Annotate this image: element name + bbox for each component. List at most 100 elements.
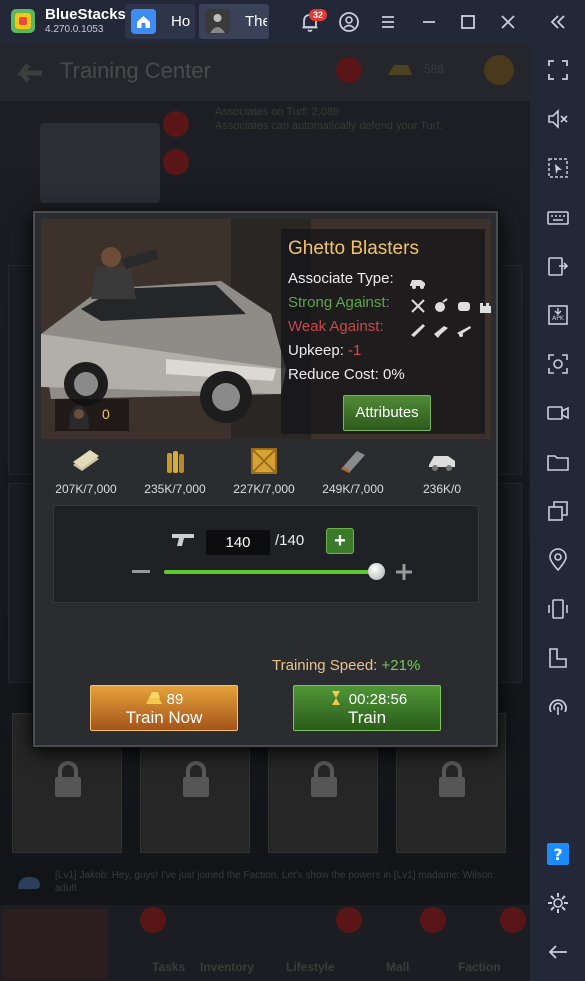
keyboard-icon[interactable] bbox=[545, 204, 571, 230]
lock-icon bbox=[183, 761, 209, 797]
quantity-input[interactable]: 140 bbox=[206, 530, 270, 555]
quantity-slider-fill bbox=[164, 570, 382, 574]
app-name: BlueStacks bbox=[45, 6, 126, 23]
attributes-button[interactable]: Attributes bbox=[343, 395, 431, 431]
supply-crate-icon bbox=[251, 448, 277, 474]
macro-icon[interactable] bbox=[545, 694, 571, 720]
background-tab-tasks: Tasks bbox=[152, 960, 186, 974]
alert-icon bbox=[336, 57, 362, 83]
background-chat: [Lv1] Jakob: Hey, guys! I've just joined… bbox=[0, 861, 530, 903]
lock-icon bbox=[439, 761, 465, 797]
background-building bbox=[40, 123, 160, 203]
fullscreen-icon[interactable] bbox=[545, 57, 571, 83]
quantity-max: /140 bbox=[275, 532, 305, 549]
train-button[interactable]: 00:28:56 Train bbox=[293, 685, 441, 731]
train-associate-dialog: 0 Ghetto Blasters Associate Type: Strong… bbox=[33, 211, 498, 747]
train-label: Train bbox=[347, 708, 387, 727]
record-icon[interactable] bbox=[545, 400, 571, 426]
quantity-panel: 140 /140 + bbox=[53, 505, 479, 603]
training-speed-value: +21% bbox=[381, 657, 421, 674]
svg-text:?: ? bbox=[553, 845, 562, 864]
reward-icon bbox=[484, 55, 514, 85]
resource-metal: 249K/7,000 bbox=[308, 445, 398, 496]
background-info-line2: Associates can automatically defend your… bbox=[215, 120, 443, 132]
resource-supply: 227K/7,000 bbox=[219, 445, 309, 496]
multi-instance-icon[interactable] bbox=[545, 498, 571, 524]
cash-icon bbox=[73, 450, 99, 471]
resource-ammo-value: 235K/7,000 bbox=[144, 482, 206, 496]
lock-icon bbox=[311, 761, 337, 797]
maximize-icon[interactable] bbox=[456, 10, 480, 34]
cursor-icon[interactable] bbox=[545, 155, 571, 181]
game-viewport: Training Center 588 Associates on Turf: … bbox=[0, 43, 530, 981]
help-icon[interactable]: ? bbox=[545, 841, 571, 867]
rotate-icon[interactable] bbox=[545, 645, 571, 671]
train-now-label: Train Now bbox=[125, 708, 203, 727]
background-header: Training Center 588 bbox=[0, 43, 530, 101]
grenade-unit-icon bbox=[435, 298, 448, 312]
shotgun-unit-icon bbox=[457, 326, 471, 337]
location-icon[interactable] bbox=[545, 547, 571, 573]
unit-name: Ghetto Blasters bbox=[288, 238, 419, 259]
game-icon bbox=[205, 9, 230, 34]
reduce-cost-label: Reduce Cost: 0% bbox=[288, 366, 405, 383]
background-info-line1: Associates on Turf: 2,089 bbox=[215, 106, 340, 118]
title-bar: BlueStacks 4.270.0.1053 Ho The 32 bbox=[0, 0, 585, 43]
back-icon[interactable] bbox=[545, 939, 571, 965]
background-currency: 588 bbox=[424, 62, 445, 76]
tab-home-label: Ho bbox=[171, 13, 191, 30]
settings-icon[interactable] bbox=[545, 890, 571, 916]
gold-bar-icon bbox=[388, 65, 412, 75]
collapse-sidebar-icon[interactable] bbox=[546, 10, 570, 34]
associate-count-box: 0 bbox=[55, 399, 129, 431]
increase-slider-icon[interactable] bbox=[394, 562, 414, 582]
background-tab-faction: Faction bbox=[458, 960, 501, 974]
hooded-associate-icon bbox=[69, 405, 89, 429]
background-tab-lifestyle: Lifestyle bbox=[286, 960, 335, 974]
close-icon[interactable] bbox=[496, 10, 520, 34]
weak-against-label: Weak Against: bbox=[288, 318, 384, 335]
svg-text:APK: APK bbox=[552, 315, 565, 322]
train-now-button[interactable]: 89 Train Now bbox=[90, 685, 238, 731]
metal-icon bbox=[341, 451, 365, 473]
back-arrow-icon bbox=[17, 63, 42, 83]
associate-type-label: Associate Type: bbox=[288, 270, 394, 287]
background-chat-text: [Lv1] Jakob: Hey, guys! I've just joined… bbox=[55, 870, 496, 894]
ammo-icon bbox=[167, 451, 184, 473]
vehicle-part-icon bbox=[429, 456, 455, 471]
increment-button[interactable]: + bbox=[326, 528, 354, 554]
app-version: 4.270.0.1053 bbox=[45, 24, 104, 35]
resource-cash: 207K/7,000 bbox=[41, 445, 131, 496]
shake-icon[interactable] bbox=[545, 596, 571, 622]
account-icon[interactable] bbox=[337, 10, 361, 34]
upkeep-label: Upkeep: bbox=[288, 342, 349, 359]
background-tab-inventory: Inventory bbox=[200, 960, 255, 974]
screenshot-icon[interactable] bbox=[545, 351, 571, 377]
fortification-unit-icon bbox=[480, 303, 491, 313]
decrease-slider-icon[interactable] bbox=[132, 570, 150, 573]
upkeep-value: -1 bbox=[348, 342, 362, 359]
bluestacks-logo-icon bbox=[11, 9, 35, 33]
quantity-slider-thumb[interactable] bbox=[368, 563, 385, 580]
tab-home[interactable]: Ho bbox=[125, 4, 195, 39]
tab-game[interactable]: The bbox=[199, 4, 269, 39]
resource-supply-value: 227K/7,000 bbox=[233, 482, 295, 496]
rifle-unit-icon bbox=[411, 324, 425, 337]
vehicle-type-icon bbox=[410, 280, 425, 289]
minimize-icon[interactable] bbox=[417, 10, 441, 34]
install-apk-icon[interactable] bbox=[545, 253, 571, 279]
quantity-slider[interactable] bbox=[164, 570, 382, 574]
volume-icon[interactable] bbox=[545, 106, 571, 132]
menu-icon[interactable] bbox=[376, 10, 400, 34]
tab-game-label: The bbox=[245, 13, 267, 30]
strong-against-label: Strong Against: bbox=[288, 294, 390, 311]
melee-unit-icon bbox=[411, 299, 425, 313]
associate-count: 0 bbox=[102, 406, 110, 422]
unit-portrait: 0 Ghetto Blasters Associate Type: Strong… bbox=[41, 219, 491, 439]
resource-vehicle-part-value: 236K/0 bbox=[422, 482, 462, 496]
train-time: 00:28:56 bbox=[348, 691, 408, 708]
apk-icon[interactable]: APK bbox=[545, 302, 571, 328]
right-sidebar: APK ? bbox=[530, 43, 585, 981]
pistol-icon bbox=[172, 534, 194, 546]
folder-icon[interactable] bbox=[545, 449, 571, 475]
